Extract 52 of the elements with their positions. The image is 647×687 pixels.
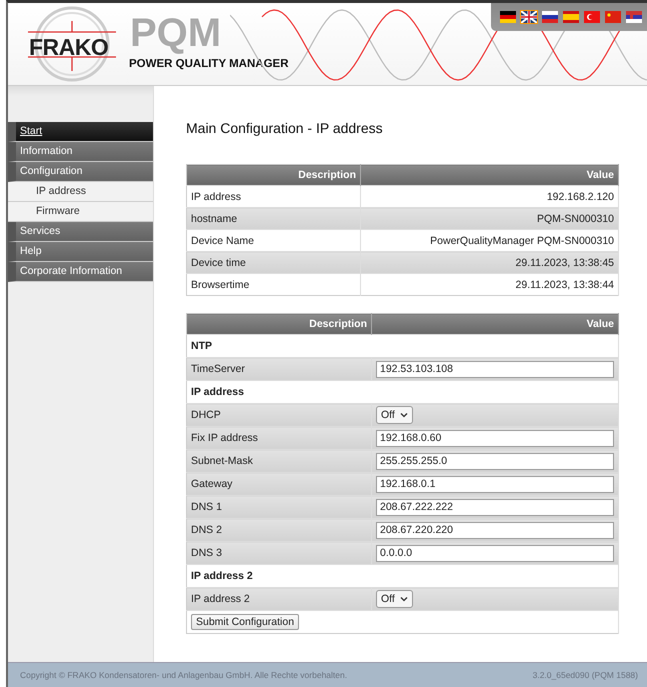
table-cell: DNS 2 [186, 518, 372, 542]
select-dropdown[interactable]: Off [376, 406, 413, 424]
table-cell: 29.11.2023, 13:38:44 [360, 274, 618, 296]
section-heading: IP address [186, 380, 618, 404]
table-cell: DHCP [186, 404, 372, 426]
flag-icon[interactable] [625, 10, 643, 24]
page-title: Main Configuration - IP address [186, 120, 384, 136]
caret-icon [400, 596, 408, 602]
sidebar-item[interactable]: Corporate Information [8, 262, 153, 282]
table-cell: Subnet-Mask [186, 450, 372, 472]
table-cell: hostname [186, 208, 360, 230]
table-cell: IP address 2 [186, 588, 372, 610]
select-dropdown[interactable]: Off [376, 590, 413, 608]
table-cell: TimeServer [186, 358, 372, 380]
flag-icon[interactable] [499, 10, 517, 24]
sidebar-item[interactable]: Start [8, 122, 153, 142]
column-header: Description [186, 314, 372, 334]
table-cell: Gateway [186, 472, 372, 496]
version-text: 3.2.0_65ed090 (PQM 1588) [532, 670, 638, 680]
product-name: PQM [130, 13, 222, 53]
tagline: POWER QUALITY MANAGER [129, 58, 289, 70]
sidebar-item[interactable]: Configuration [8, 162, 153, 182]
submit-button[interactable]: Submit Configuration [191, 614, 300, 630]
table-cell: Fix IP address [186, 426, 372, 450]
input-field[interactable]: 208.67.222.222 [376, 498, 614, 516]
table-cell: Browsertime [186, 274, 360, 296]
input-field[interactable]: 208.67.220.220 [376, 522, 614, 538]
table-cell: Device time [186, 252, 360, 274]
input-field[interactable]: 255.255.255.0 [376, 452, 614, 470]
caret-icon [400, 412, 408, 418]
input-field[interactable]: 192.168.0.1 [376, 476, 614, 492]
sidebar-item[interactable]: IP address [8, 182, 153, 202]
column-header: Value [360, 164, 618, 186]
sidebar-item[interactable]: Services [8, 222, 153, 242]
flag-icon[interactable] [541, 10, 559, 24]
table-cell: 29.11.2023, 13:38:45 [360, 252, 618, 274]
column-header: Value [372, 314, 618, 334]
column-header: Description [186, 164, 360, 186]
input-field[interactable]: 192.168.0.60 [376, 430, 614, 446]
table-cell: DNS 1 [186, 496, 372, 518]
copyright-text: Copyright © FRAKO Kondensatoren- und Anlagenbau GmbH. Alle Rechte vorbehalten. [20, 670, 348, 680]
input-field[interactable]: 0.0.0.0 [376, 544, 614, 562]
table-cell: DNS 3 [186, 542, 372, 564]
input-field[interactable]: 192.53.103.108 [376, 360, 614, 378]
section-heading: IP address 2 [186, 564, 618, 588]
flag-icon[interactable] [520, 10, 538, 24]
section-heading: NTP [186, 334, 618, 358]
sidebar-item[interactable]: Help [8, 242, 153, 262]
sidebar-item[interactable]: Information [8, 142, 153, 162]
table-cell: PQM-SN000310 [360, 208, 618, 230]
logo-text: FRAKO [29, 34, 108, 61]
sidebar-item[interactable]: Firmware [8, 202, 153, 222]
